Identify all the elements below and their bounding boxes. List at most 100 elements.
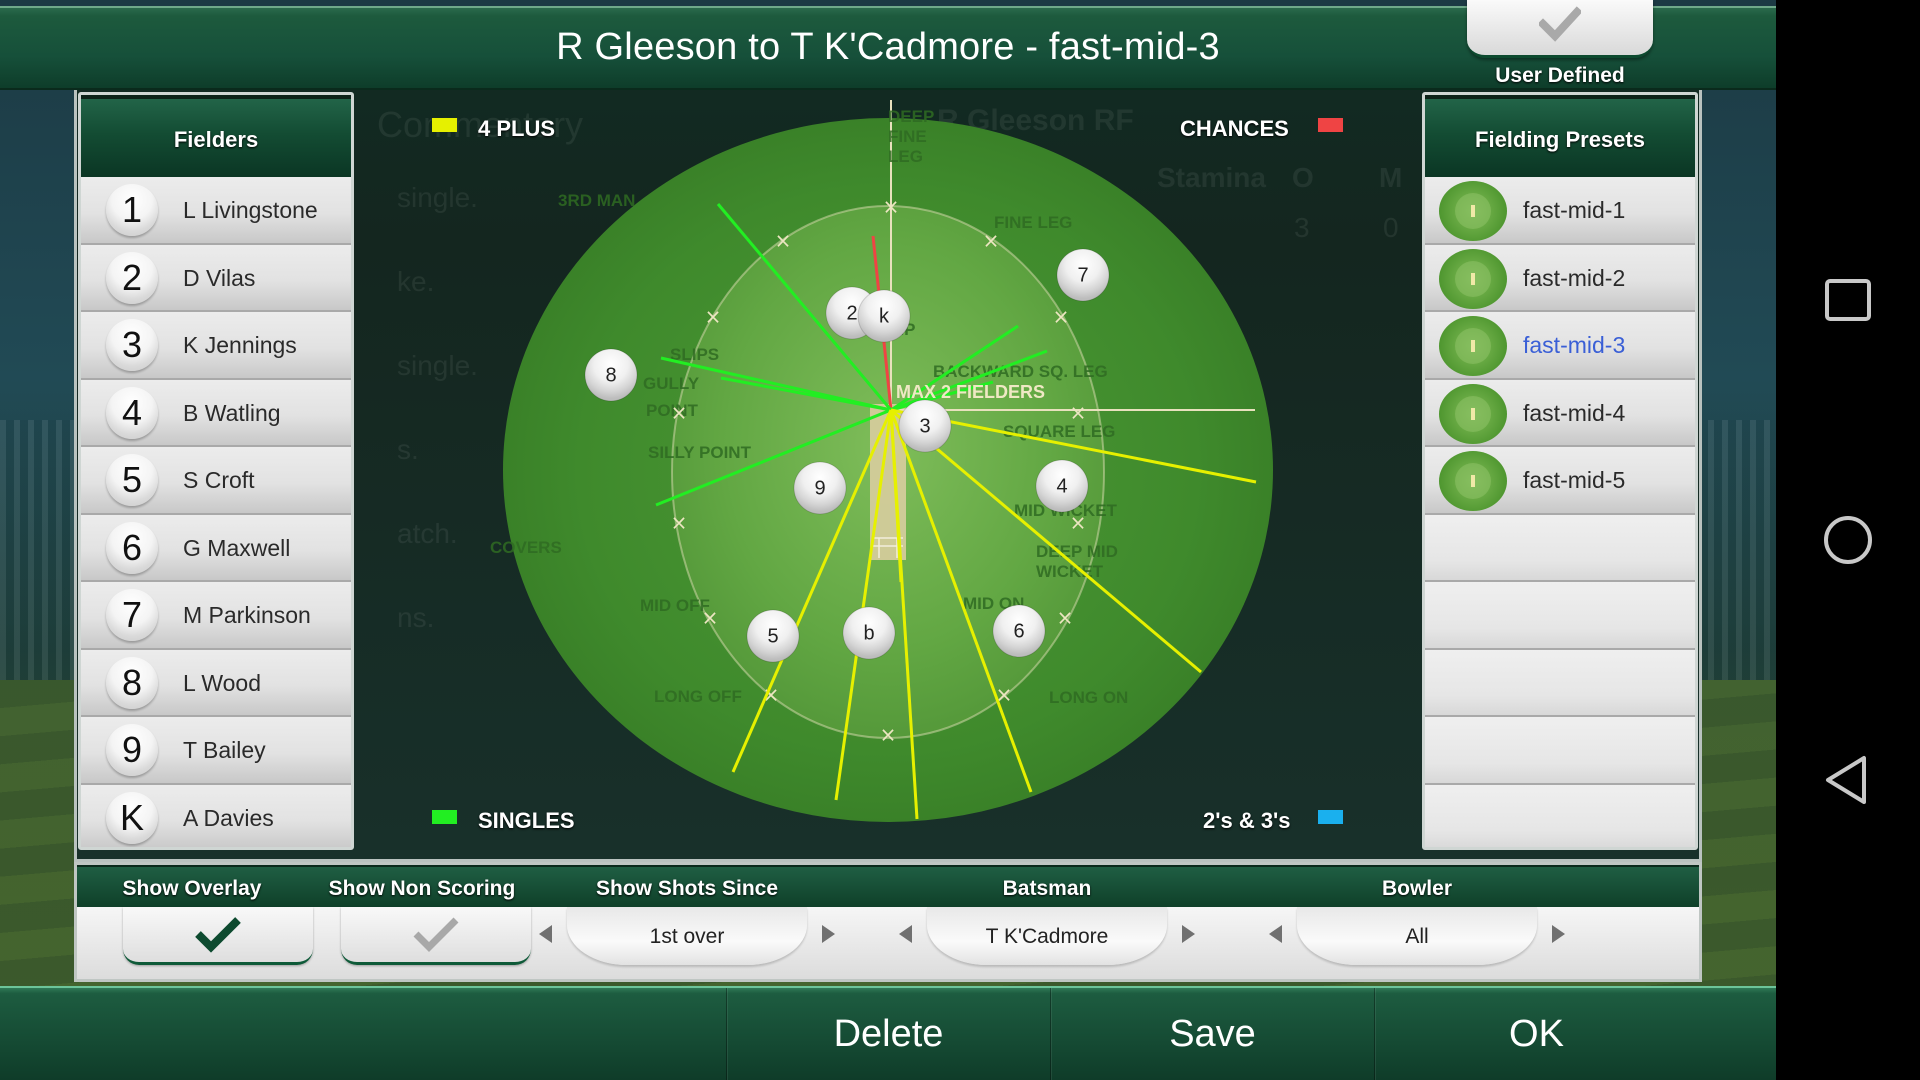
home-icon[interactable] (1818, 510, 1878, 570)
fielder-row[interactable]: 4 B Watling (81, 379, 351, 447)
fielder-row[interactable]: 3 K Jennings (81, 312, 351, 380)
fielder-marker[interactable]: 3 (898, 399, 952, 453)
preset-row[interactable]: fast-mid-3 (1425, 312, 1695, 380)
fielder-name: G Maxwell (183, 534, 291, 561)
ok-button[interactable]: OK (1374, 988, 1698, 1080)
position-marker-icon: × (671, 511, 688, 535)
fielder-name: K Jennings (183, 332, 297, 358)
next-arrow-icon[interactable] (1552, 925, 1565, 943)
field-preset-icon (1439, 451, 1507, 511)
show-non-scoring-label: Show Non Scoring (328, 877, 516, 900)
cricket-field[interactable]: DEEPFINELEG3RD MANFINE LEGLEG SLIPSLIPSG… (353, 92, 1422, 862)
field-preset-icon (1439, 248, 1507, 309)
fielder-row[interactable]: 2 D Vilas (81, 244, 351, 312)
preset-name: fast-mid-5 (1523, 467, 1626, 493)
fielder-marker[interactable]: 9 (793, 461, 847, 515)
batsman-label: Batsman (1002, 877, 1092, 900)
show-overlay-toggle[interactable] (123, 907, 313, 965)
fielder-marker[interactable]: 8 (584, 348, 638, 402)
fielder-number-badge: 3 (106, 319, 158, 371)
shots-since-value[interactable]: 1st over (567, 925, 807, 949)
preset-row[interactable]: fast-mid-4 (1425, 379, 1695, 447)
user-defined-toggle[interactable] (1467, 0, 1653, 58)
fielder-marker-label: k (879, 305, 890, 327)
position-marker-icon: × (883, 195, 900, 219)
next-arrow-icon[interactable] (822, 925, 835, 943)
fielder-name: L Livingstone (183, 197, 318, 223)
fielder-row[interactable]: 6 G Maxwell (81, 514, 351, 582)
check-icon (195, 917, 241, 953)
fielder-marker-label: 9 (814, 477, 825, 499)
bowler-value[interactable]: All (1297, 925, 1537, 949)
zone-label: WICKET (1036, 562, 1104, 581)
field-preset-icon (1439, 181, 1507, 241)
fielder-marker[interactable]: 6 (992, 604, 1046, 658)
fielder-row[interactable]: 8 L Wood (81, 649, 351, 717)
preset-row-empty (1425, 784, 1695, 847)
batsman-selector: T K'Cadmore (897, 907, 1197, 973)
batsman-value[interactable]: T K'Cadmore (927, 925, 1167, 949)
fielder-marker[interactable]: 7 (1056, 248, 1110, 302)
position-marker-icon: × (880, 723, 897, 747)
legend-four-plus: 4 PLUS (478, 116, 556, 141)
fielder-marker[interactable]: 4 (1035, 459, 1089, 513)
zone-label: SILLY POINT (648, 443, 752, 462)
delete-button[interactable]: Delete (726, 988, 1050, 1080)
fielder-name: T Bailey (183, 737, 266, 763)
fielder-marker-label: 6 (1013, 620, 1024, 642)
recents-icon[interactable] (1818, 270, 1878, 330)
position-marker-icon: × (1053, 305, 1070, 329)
fielder-marker-label: 3 (919, 415, 930, 437)
preset-row[interactable]: fast-mid-5 (1425, 447, 1695, 515)
fielder-marker-label: b (863, 622, 874, 644)
preset-row-empty (1425, 649, 1695, 717)
position-marker-icon: × (702, 606, 719, 630)
field-preset-icon (1439, 383, 1507, 444)
legend-twos-threes: 2's & 3's (1203, 808, 1291, 833)
fielder-number-badge: 6 (106, 521, 158, 574)
fielder-number-badge: 2 (106, 251, 158, 304)
fielder-marker-label: 2 (846, 302, 857, 324)
legend-twos-threes-swatch (1318, 810, 1343, 824)
fielder-row[interactable]: 5 S Croft (81, 447, 351, 515)
field-preset-icon (1439, 316, 1507, 376)
back-icon[interactable] (1818, 750, 1878, 810)
presets-header: Fielding Presets (1425, 95, 1695, 177)
zone-label: LEG (888, 147, 923, 166)
fielder-marker[interactable]: 5 (746, 609, 800, 663)
presets-title: Fielding Presets (1475, 127, 1645, 152)
fielder-marker[interactable]: k (857, 289, 911, 343)
android-nav-bar (1776, 0, 1920, 1080)
fielding-presets-panel: Fielding Presets fast-mid-1 fast-mid-2 fas… (1422, 92, 1698, 850)
user-defined-label: User Defined (1495, 64, 1625, 87)
fielder-marker[interactable]: b (842, 606, 896, 660)
preset-row[interactable]: fast-mid-2 (1425, 244, 1695, 312)
preset-name: fast-mid-1 (1523, 197, 1626, 223)
fielder-number-badge: 1 (106, 184, 158, 236)
fielder-number-badge: 5 (106, 454, 158, 506)
bowler-selector: All (1267, 907, 1567, 973)
zone-label: GULLY (643, 374, 700, 393)
fielder-marker-label: 4 (1056, 475, 1067, 497)
prev-arrow-icon[interactable] (899, 925, 912, 943)
check-icon (413, 917, 459, 952)
show-non-scoring-toggle[interactable] (341, 907, 531, 965)
fielder-row[interactable]: 9 T Bailey (81, 717, 351, 785)
controls-header: Show Overlay Show Non Scoring Show Shots… (77, 865, 1699, 907)
zone-label: COVERS (490, 538, 562, 557)
legend-singles: SINGLES (478, 808, 575, 833)
preset-row-empty (1425, 514, 1695, 582)
fielder-row[interactable]: 1 L Livingstone (81, 177, 351, 245)
check-icon (1539, 6, 1581, 42)
prev-arrow-icon[interactable] (539, 925, 552, 943)
fielder-row[interactable]: K A Davies (81, 784, 351, 847)
save-button[interactable]: Save (1050, 988, 1374, 1080)
fielder-number-badge: 8 (106, 656, 158, 709)
preset-row[interactable]: fast-mid-1 (1425, 177, 1695, 245)
zone-label: LONG OFF (654, 687, 742, 706)
prev-arrow-icon[interactable] (1269, 925, 1282, 943)
next-arrow-icon[interactable] (1182, 925, 1195, 943)
show-shots-since-label: Show Shots Since (595, 877, 779, 900)
preset-name: fast-mid-4 (1523, 399, 1626, 426)
fielder-row[interactable]: 7 M Parkinson (81, 582, 351, 650)
